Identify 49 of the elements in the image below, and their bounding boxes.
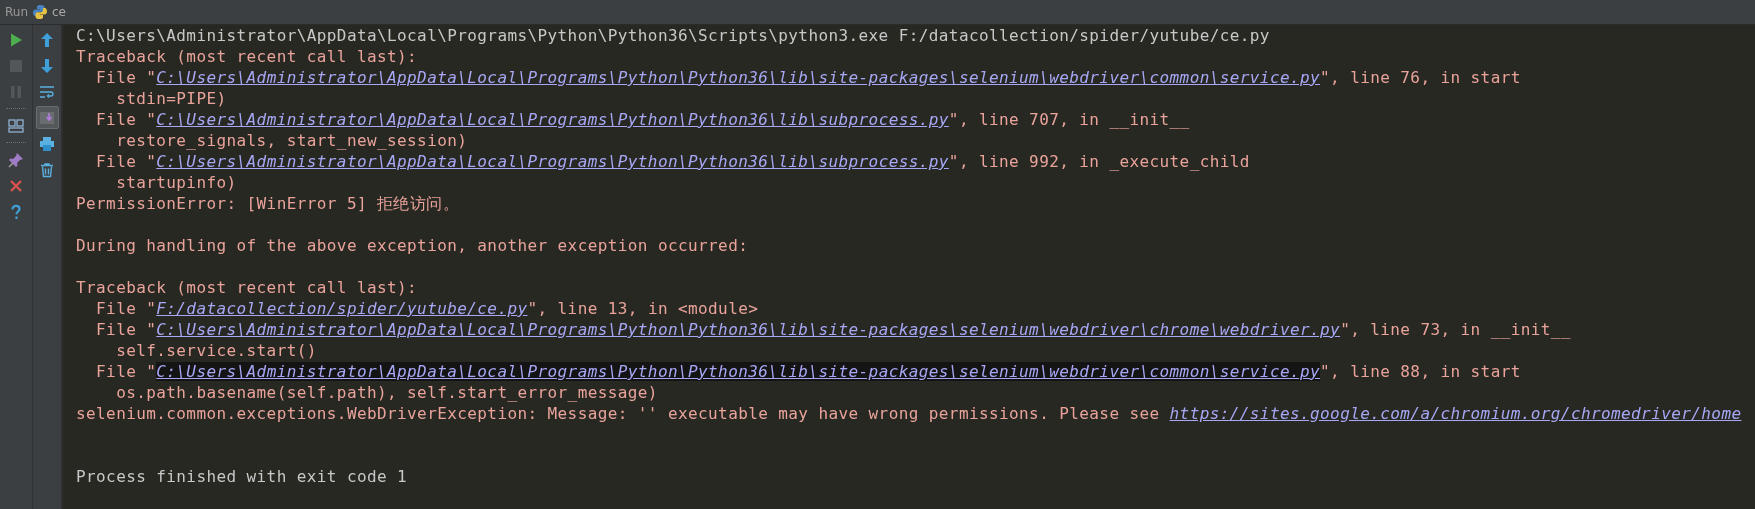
console-text: Traceback (most recent call last): xyxy=(76,278,418,297)
console-text: ", line 88, in start xyxy=(1320,362,1521,381)
console-text: File " xyxy=(95,320,157,339)
file-link[interactable]: C:\Users\Administrator\AppData\Local\Programs\Python\Python36\lib\site-packages\selenium\webdriver\common\service.py xyxy=(156,68,1321,87)
pause-icon xyxy=(8,83,24,100)
layout-icon xyxy=(8,117,24,134)
file-link[interactable]: F:/datacollection/spider/yutube/ce.py xyxy=(156,299,528,318)
console-text: selenium.common.exceptions.WebDriverException: Message: '' executable may have wrong permissions. Please see xyxy=(76,404,1161,423)
print-icon xyxy=(39,135,55,152)
console-text: os.path.basename(self.path), self.start_error_message) xyxy=(115,383,658,402)
file-link[interactable]: C:\Users\Administrator\AppData\Local\Programs\Python\Python36\lib\site-packages\selenium\webdriver\common\service.py xyxy=(156,362,1321,381)
console-text: ", line 13, in <module> xyxy=(527,299,759,318)
up-arrow-icon xyxy=(39,31,55,48)
panel-title: Run xyxy=(5,5,28,19)
file-link[interactable]: C:\Users\Administrator\AppData\Local\Programs\Python\Python36\lib\site-packages\selenium\webdriver\chrome\webdriver.py xyxy=(156,320,1341,339)
file-link[interactable]: https://sites.google.com/a/chromium.org/chromedriver/home xyxy=(1169,404,1742,423)
console-text: ", line 76, in start xyxy=(1320,68,1521,87)
help-icon xyxy=(8,203,24,220)
console-text: File " xyxy=(95,110,157,129)
console-text: File " xyxy=(95,362,157,381)
console-text: ", line 73, in __init__ xyxy=(1340,320,1571,339)
console-text: ", line 992, in _execute_child xyxy=(948,152,1250,171)
console-text: Traceback (most recent call last): xyxy=(76,47,418,66)
console-text: ", line 707, in __init__ xyxy=(948,110,1190,129)
stop-icon xyxy=(8,57,24,74)
console-text: stdin=PIPE) xyxy=(115,89,227,108)
console-text: self.service.start() xyxy=(115,341,317,360)
console-text: restore_signals, start_new_session) xyxy=(115,131,468,150)
console-text: startupinfo) xyxy=(115,173,237,192)
python-icon xyxy=(32,4,48,20)
file-link[interactable]: C:\Users\Administrator\AppData\Local\Programs\Python\Python36\lib\subprocess.py xyxy=(156,152,949,171)
console-text: File " xyxy=(95,299,157,318)
run-tab[interactable]: ce xyxy=(32,4,66,20)
console-text: During handling of the above exception, another exception occurred: xyxy=(76,236,749,255)
tab-label: ce xyxy=(52,5,66,19)
close-icon xyxy=(8,177,24,194)
console-text: Process finished with exit code 1 xyxy=(76,467,408,486)
scroll-to-end-icon xyxy=(39,109,55,126)
pin-icon xyxy=(8,151,24,168)
play-icon xyxy=(8,31,24,48)
down-arrow-icon xyxy=(39,57,55,74)
console-text: C:\Users\Administrator\AppData\Local\Programs\Python\Python36\Scripts\python3.exe F:/datacollection/spider/yutube/ce.py xyxy=(76,26,1270,45)
wrap-icon xyxy=(39,83,55,100)
console-text: File " xyxy=(95,68,157,87)
scroll-end-button[interactable] xyxy=(35,106,59,129)
trash-icon xyxy=(39,161,55,178)
console-text: File " xyxy=(95,152,157,171)
file-link[interactable]: C:\Users\Administrator\AppData\Local\Programs\Python\Python36\lib\subprocess.py xyxy=(156,110,949,129)
console-text: PermissionError: [WinError 5] 拒绝访问。 xyxy=(76,194,459,213)
